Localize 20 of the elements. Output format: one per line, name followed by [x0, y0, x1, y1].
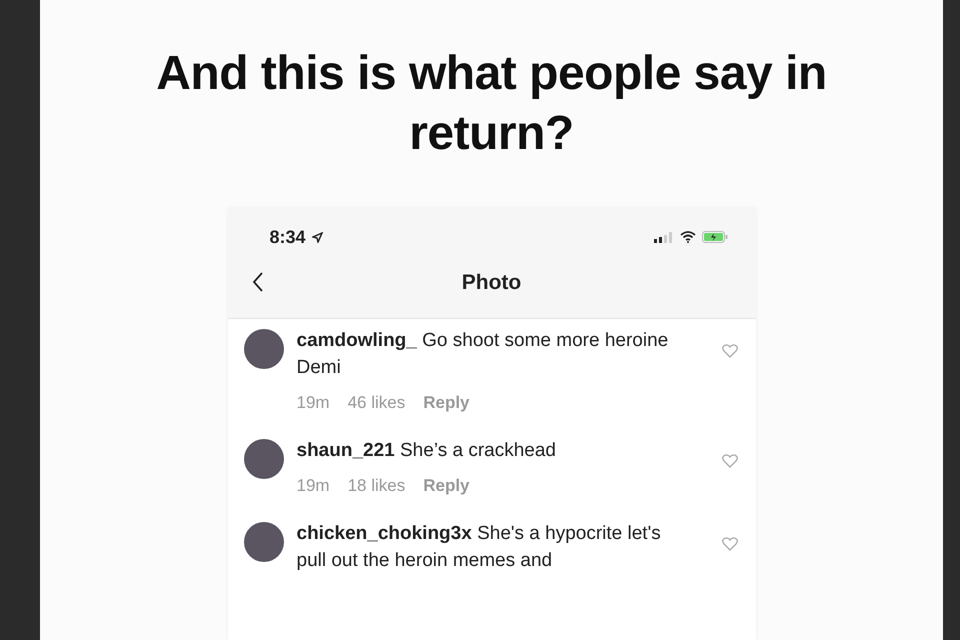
signal-icon: [654, 232, 674, 242]
avatar-placeholder[interactable]: [244, 439, 284, 479]
reply-link[interactable]: Reply: [423, 476, 470, 496]
reply-link[interactable]: Reply: [423, 393, 470, 413]
screen-title: Photo: [462, 271, 522, 295]
location-arrow-icon: [312, 232, 323, 242]
avatar-placeholder[interactable]: [244, 522, 284, 562]
battery-charging-icon: [702, 231, 728, 243]
like-count[interactable]: 46 likes: [348, 393, 406, 413]
comment-text: chicken_choking3x She's a hypocrite let's pull out the heroin memes and: [296, 522, 662, 573]
avatar-placeholder[interactable]: [244, 329, 284, 369]
comment-age: 19m: [296, 393, 330, 413]
comment-text: camdowling_ Go shoot some more heroine Demi: [296, 329, 670, 380]
heading: And this is what people say in return?: [155, 46, 828, 162]
comment-age: 19m: [296, 476, 330, 496]
comment-text: shaun_221 She’s a crackhead: [296, 439, 557, 463]
like-count[interactable]: 18 likes: [348, 476, 406, 496]
status-time: 8:34: [270, 226, 306, 248]
back-chevron-icon[interactable]: [252, 272, 264, 292]
wifi-icon: [680, 231, 696, 243]
